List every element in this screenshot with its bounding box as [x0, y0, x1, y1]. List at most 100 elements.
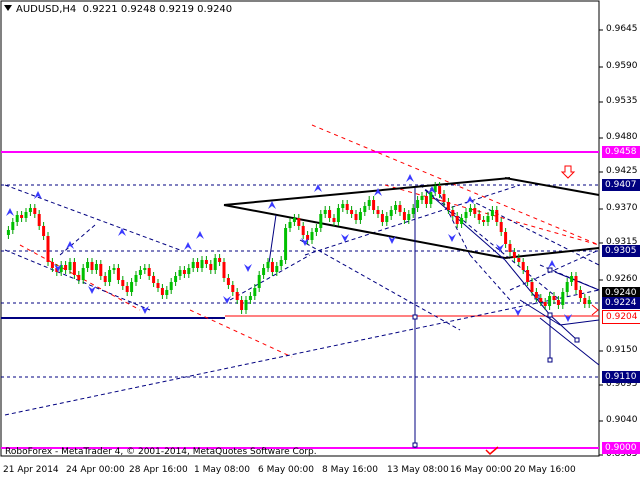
candle-body: [213, 258, 217, 270]
candle-body: [156, 283, 160, 288]
candle-body: [6, 230, 10, 235]
fractal-up-icon: [66, 241, 74, 249]
candle-body: [486, 216, 490, 222]
fractal-down-icon: [448, 234, 456, 242]
candle-body: [301, 226, 305, 235]
candle-body: [90, 262, 94, 270]
candle-body: [521, 262, 525, 270]
candle-body: [86, 262, 90, 268]
fractal-up-icon: [34, 191, 42, 199]
candle-body: [218, 258, 222, 262]
candle-body: [578, 290, 582, 298]
candle-body: [358, 212, 362, 220]
price-chart[interactable]: [0, 0, 640, 480]
time-tick-label: 20 May 16:00: [514, 465, 576, 475]
signal-markers: [485, 165, 599, 456]
horizontal-levels[interactable]: [1, 151, 599, 449]
candle-body: [68, 262, 72, 270]
candle-body: [367, 200, 371, 206]
candle-body: [565, 282, 569, 292]
candle-body: [178, 270, 182, 276]
candlestick-series[interactable]: [6, 182, 591, 314]
fractal-up-icon: [406, 174, 414, 182]
candle-body: [556, 300, 560, 305]
candle-body: [314, 228, 318, 232]
candle-body: [526, 270, 530, 282]
candle-body: [165, 290, 169, 295]
candle-body: [380, 214, 384, 222]
candle-body: [130, 282, 134, 292]
candle-body: [270, 262, 274, 272]
candle-body: [235, 292, 239, 300]
candle-body: [231, 285, 235, 292]
candle-body: [244, 300, 248, 310]
candle-body: [275, 266, 279, 272]
candle-body: [328, 210, 332, 218]
down-arrow-icon: [560, 165, 576, 179]
candle-body: [81, 268, 85, 280]
candle-body: [477, 214, 481, 220]
candle-body: [534, 292, 538, 298]
black-pattern-lines[interactable]: [223, 177, 600, 259]
candle-body: [376, 210, 380, 214]
candle-body: [182, 270, 186, 274]
candle-body: [561, 292, 565, 305]
symbol-dropdown-icon[interactable]: [4, 5, 12, 11]
price-tick-label: 0.9040: [606, 415, 638, 425]
time-tick-label: 6 May 00:00: [258, 465, 314, 475]
candle-body: [508, 244, 512, 252]
candle-body: [530, 282, 534, 292]
candle-body: [99, 264, 103, 276]
fractal-down-icon: [244, 264, 252, 272]
projection-lines[interactable]: [267, 188, 600, 448]
candle-body: [336, 208, 340, 222]
candle-body: [143, 268, 147, 270]
price-tick-label: 0.9480: [606, 132, 638, 142]
time-tick-label: 8 May 16:00: [322, 465, 378, 475]
candle-body: [64, 265, 68, 270]
candle-body: [424, 196, 428, 204]
candle-body: [191, 262, 195, 268]
candle-body: [46, 236, 50, 262]
candle-body: [350, 210, 354, 214]
candle-body: [517, 258, 521, 262]
candle-body: [570, 276, 574, 282]
price-tick-marks: [599, 29, 603, 456]
candle-body: [262, 268, 266, 275]
candle-body: [292, 218, 296, 222]
candle-body: [248, 296, 252, 300]
candle-body: [33, 208, 37, 214]
red-channel-lines[interactable]: [19, 124, 600, 358]
candle-body: [209, 264, 213, 270]
candle-body: [279, 260, 283, 266]
candle-body: [512, 252, 516, 258]
candle-body: [284, 228, 288, 260]
candle-body: [253, 288, 257, 296]
chart-window[interactable]: AUDUSD,H4 0.9221 0.9248 0.9219 0.9240 0.…: [0, 0, 640, 480]
candle-body: [345, 204, 349, 210]
candle-body: [196, 262, 200, 268]
price-tick-label: 0.9535: [606, 96, 638, 106]
price-tag: 0.9000: [602, 442, 640, 454]
copyright-text: RoboForex - MetaTrader 4, © 2001-2014, M…: [5, 447, 317, 457]
candle-body: [543, 302, 547, 306]
candle-body: [389, 210, 393, 216]
candle-body: [473, 208, 477, 214]
ohlc-label: 0.9221 0.9248 0.9219 0.9240: [82, 4, 233, 15]
price-tag: 0.9305: [602, 245, 640, 257]
candle-body: [50, 262, 54, 268]
candle-body: [288, 222, 292, 228]
candle-body: [398, 205, 402, 212]
candle-body: [407, 214, 411, 220]
candle-body: [460, 218, 464, 224]
time-tick-label: 1 May 08:00: [194, 465, 250, 475]
candle-body: [332, 218, 336, 222]
candle-body: [226, 278, 230, 285]
price-tag: 0.9407: [602, 179, 640, 191]
candle-body: [310, 232, 314, 240]
candle-body: [28, 208, 32, 212]
candle-body: [174, 276, 178, 282]
time-tick-label: 13 May 08:00: [387, 465, 449, 475]
price-tick-label: 0.9260: [606, 274, 638, 284]
fractal-up-icon: [196, 231, 204, 239]
